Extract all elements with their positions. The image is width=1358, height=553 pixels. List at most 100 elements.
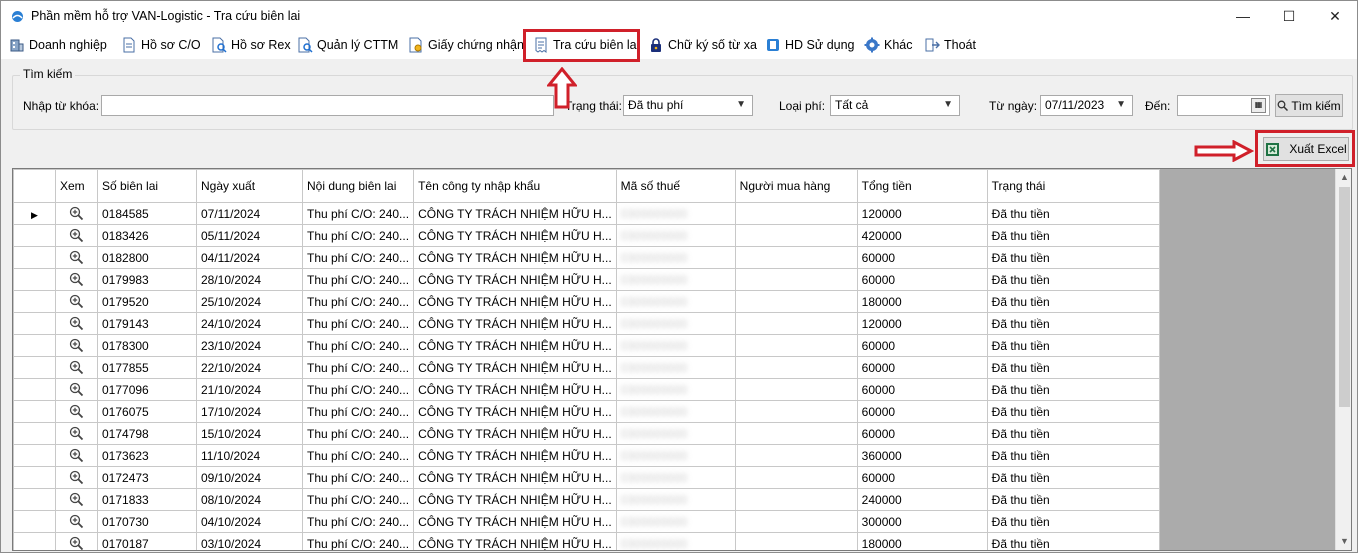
cell-company[interactable]: CÔNG TY TRÁCH NHIỆM HỮU H... [413, 400, 617, 423]
cell-tax-code[interactable]: 0300000000 [615, 202, 736, 225]
scrollbar-thumb[interactable] [1339, 187, 1350, 407]
cell-total[interactable]: 120000 [856, 202, 988, 225]
cell-tax-code[interactable]: 0300000000 [615, 356, 736, 379]
cell-date[interactable]: 09/10/2024 [196, 466, 303, 489]
cell-buyer[interactable] [734, 488, 858, 511]
cell-receipt-no[interactable]: 0182800 [97, 246, 197, 269]
cell-date[interactable]: 24/10/2024 [196, 312, 303, 335]
cell-total[interactable]: 60000 [856, 246, 988, 269]
zoom-in-icon[interactable] [69, 272, 84, 287]
cell-buyer[interactable] [734, 224, 858, 247]
menu-thoat[interactable]: Thoát [924, 35, 976, 55]
table-row[interactable]: 0179143 24/10/2024 Thu phí C/O: 240... CÔNG… [13, 312, 1160, 335]
cell-content[interactable]: Thu phí C/O: 240... [301, 334, 415, 357]
cell-company[interactable]: CÔNG TY TRÁCH NHIỆM HỮU H... [413, 378, 617, 401]
search-button[interactable]: Tìm kiếm [1275, 94, 1343, 117]
fee-type-select[interactable]: Tất cả ▼ [830, 95, 960, 116]
cell-receipt-no[interactable]: 0179143 [97, 312, 197, 335]
zoom-in-icon[interactable] [69, 338, 84, 353]
cell-receipt-no[interactable]: 0184585 [97, 202, 197, 225]
vertical-scrollbar[interactable]: ▲ ▼ [1335, 169, 1351, 550]
row-header[interactable]: ▶ [13, 202, 56, 225]
cell-total[interactable]: 180000 [856, 290, 988, 313]
cell-company[interactable]: CÔNG TY TRÁCH NHIỆM HỮU H... [413, 422, 617, 445]
row-header[interactable] [13, 532, 56, 550]
zoom-in-icon[interactable] [69, 250, 84, 265]
view-cell[interactable] [55, 312, 98, 335]
cell-content[interactable]: Thu phí C/O: 240... [301, 224, 415, 247]
cell-total[interactable]: 60000 [856, 356, 988, 379]
row-header[interactable] [13, 400, 56, 423]
view-cell[interactable] [55, 532, 98, 550]
view-cell[interactable] [55, 246, 98, 269]
row-header[interactable] [13, 488, 56, 511]
view-cell[interactable] [55, 466, 98, 489]
cell-company[interactable]: CÔNG TY TRÁCH NHIỆM HỮU H... [413, 334, 617, 357]
row-header[interactable] [13, 378, 56, 401]
cell-tax-code[interactable]: 0300000000 [615, 334, 736, 357]
cell-total[interactable]: 300000 [856, 510, 988, 533]
col-header-total[interactable]: Tổng tiền [856, 169, 988, 203]
cell-status[interactable]: Đã thu tiền [986, 334, 1160, 357]
cell-receipt-no[interactable]: 0170730 [97, 510, 197, 533]
from-date-picker[interactable]: 07/11/2023 ▼ [1040, 95, 1133, 116]
menu-hd-su-dung[interactable]: HD Sử dụng [765, 35, 855, 55]
zoom-in-icon[interactable] [69, 426, 84, 441]
row-header[interactable] [13, 510, 56, 533]
cell-receipt-no[interactable]: 0183426 [97, 224, 197, 247]
zoom-in-icon[interactable] [69, 206, 84, 221]
cell-status[interactable]: Đã thu tiền [986, 510, 1160, 533]
cell-company[interactable]: CÔNG TY TRÁCH NHIỆM HỮU H... [413, 510, 617, 533]
cell-receipt-no[interactable]: 0171833 [97, 488, 197, 511]
cell-tax-code[interactable]: 0300000000 [615, 444, 736, 467]
close-button[interactable]: ✕ [1312, 1, 1358, 31]
cell-tax-code[interactable]: 0300000000 [615, 422, 736, 445]
table-row[interactable]: 0177855 22/10/2024 Thu phí C/O: 240... CÔNG… [13, 356, 1160, 379]
view-cell[interactable] [55, 378, 98, 401]
cell-total[interactable]: 60000 [856, 422, 988, 445]
cell-company[interactable]: CÔNG TY TRÁCH NHIỆM HỮU H... [413, 488, 617, 511]
cell-content[interactable]: Thu phí C/O: 240... [301, 378, 415, 401]
cell-content[interactable]: Thu phí C/O: 240... [301, 268, 415, 291]
row-header[interactable] [13, 268, 56, 291]
cell-date[interactable]: 04/10/2024 [196, 510, 303, 533]
row-header[interactable] [13, 290, 56, 313]
cell-receipt-no[interactable]: 0176075 [97, 400, 197, 423]
cell-status[interactable]: Đã thu tiền [986, 444, 1160, 467]
table-row[interactable]: 0176075 17/10/2024 Thu phí C/O: 240... CÔNG… [13, 400, 1160, 423]
view-cell[interactable] [55, 334, 98, 357]
table-row[interactable]: 0178300 23/10/2024 Thu phí C/O: 240... CÔNG… [13, 334, 1160, 357]
menu-ho-so-rex[interactable]: Hồ sơ Rex [211, 35, 291, 55]
cell-date[interactable]: 11/10/2024 [196, 444, 303, 467]
cell-date[interactable]: 07/11/2024 [196, 202, 303, 225]
row-header[interactable] [13, 356, 56, 379]
table-row[interactable]: 0182800 04/11/2024 Thu phí C/O: 240... CÔNG… [13, 246, 1160, 269]
status-select[interactable]: Đã thu phí ▼ [623, 95, 753, 116]
cell-status[interactable]: Đã thu tiền [986, 312, 1160, 335]
menu-quan-ly-cttm[interactable]: Quản lý CTTM [297, 35, 398, 55]
cell-tax-code[interactable]: 0300000000 [615, 510, 736, 533]
menu-doanh-nghiep[interactable]: Doanh nghiệp [9, 35, 107, 55]
cell-content[interactable]: Thu phí C/O: 240... [301, 422, 415, 445]
col-header-company[interactable]: Tên công ty nhập khẩu [413, 169, 617, 203]
minimize-button[interactable]: — [1220, 1, 1266, 31]
cell-status[interactable]: Đã thu tiền [986, 202, 1160, 225]
zoom-in-icon[interactable] [69, 316, 84, 331]
cell-buyer[interactable] [734, 422, 858, 445]
cell-buyer[interactable] [734, 356, 858, 379]
cell-content[interactable]: Thu phí C/O: 240... [301, 510, 415, 533]
cell-company[interactable]: CÔNG TY TRÁCH NHIỆM HỮU H... [413, 312, 617, 335]
maximize-button[interactable]: ☐ [1266, 1, 1312, 31]
table-row[interactable]: 0179520 25/10/2024 Thu phí C/O: 240... CÔNG… [13, 290, 1160, 313]
cell-status[interactable]: Đã thu tiền [986, 466, 1160, 489]
cell-content[interactable]: Thu phí C/O: 240... [301, 356, 415, 379]
cell-tax-code[interactable]: 0300000000 [615, 268, 736, 291]
cell-status[interactable]: Đã thu tiền [986, 400, 1160, 423]
cell-content[interactable]: Thu phí C/O: 240... [301, 400, 415, 423]
cell-tax-code[interactable]: 0300000000 [615, 224, 736, 247]
table-row[interactable]: 0174798 15/10/2024 Thu phí C/O: 240... CÔNG… [13, 422, 1160, 445]
cell-receipt-no[interactable]: 0178300 [97, 334, 197, 357]
cell-receipt-no[interactable]: 0174798 [97, 422, 197, 445]
view-cell[interactable] [55, 268, 98, 291]
cell-company[interactable]: CÔNG TY TRÁCH NHIỆM HỮU H... [413, 268, 617, 291]
